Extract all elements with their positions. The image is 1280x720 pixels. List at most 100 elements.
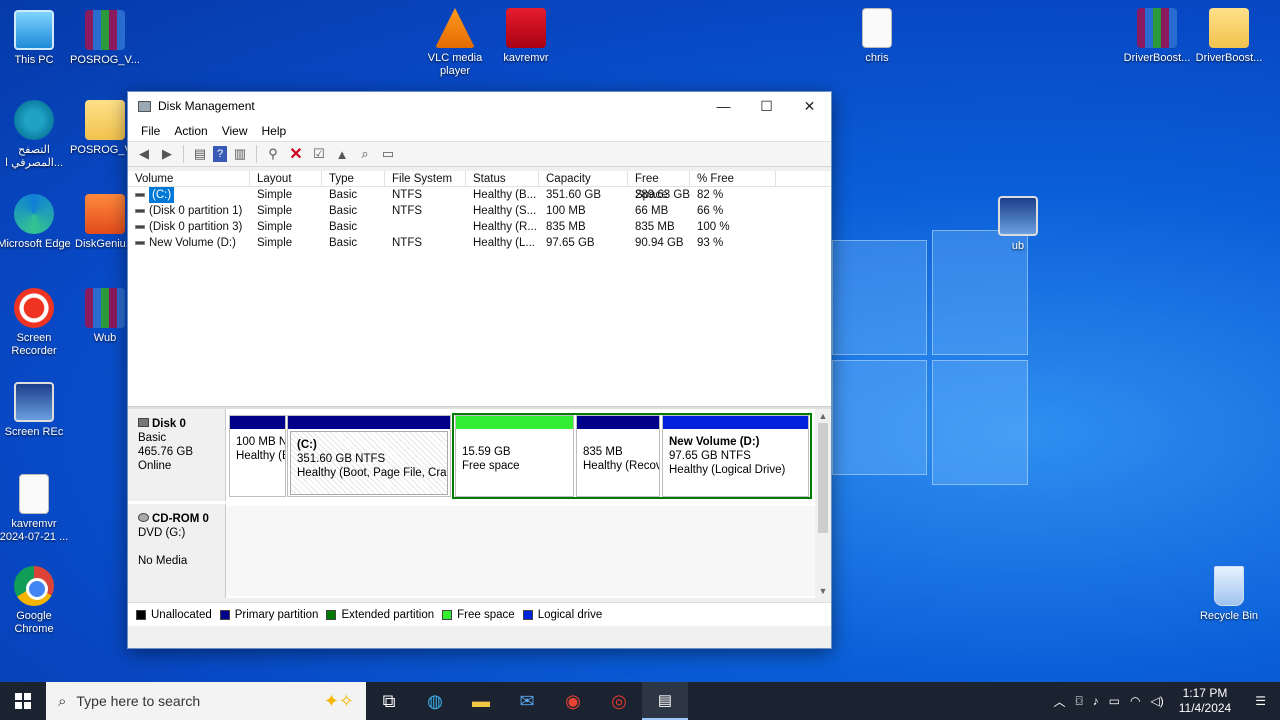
menu-action[interactable]: Action — [167, 124, 214, 138]
check-icon[interactable]: ☑ — [309, 144, 329, 164]
partition-d[interactable]: New Volume (D:) 97.65 GB NTFS Healthy (L… — [662, 415, 809, 497]
desktop-icon-chrome[interactable]: Google Chrome — [0, 566, 71, 636]
toolbar: ◀ ▶ ▤ ? ▥ ⚲ ✕ ☑ ▲ ⌕ ▭ — [128, 142, 831, 167]
menu-help[interactable]: Help — [255, 124, 294, 138]
column-header-file-system[interactable]: File System — [385, 171, 466, 186]
column-header-volume[interactable]: Volume — [128, 171, 250, 186]
file-explorer-icon[interactable]: ▬ — [458, 682, 504, 720]
cdrom-0-info[interactable]: CD-ROM 0 DVD (G:) No Media — [128, 504, 226, 598]
winrar-archive-icon — [1137, 8, 1177, 48]
desktop-icon-posrog-rar[interactable]: POSROG_V... — [68, 10, 142, 67]
forward-arrow-icon[interactable]: ▶ — [157, 144, 177, 164]
cdrom-state: No Media — [138, 555, 188, 567]
volume-icon[interactable]: ◁) — [1146, 694, 1169, 708]
windows-logo-icon — [15, 693, 31, 709]
volume-free-space: 66 MB — [635, 205, 669, 217]
desktop-icon-edge[interactable]: Microsoft Edge — [0, 194, 71, 251]
battery-icon[interactable]: ▭ — [1104, 694, 1125, 708]
computer-icon — [14, 10, 54, 50]
scroll-up-arrow-icon[interactable]: ▲ — [815, 409, 831, 423]
show-hide-console-tree-icon[interactable]: ▤ — [190, 144, 210, 164]
volume-row[interactable]: (Disk 0 partition 1) Simple Basic NTFS H… — [128, 203, 831, 219]
volume-percent-free: 93 % — [697, 237, 724, 249]
desktop-icon-driverbooster-folder[interactable]: DriverBoost... — [1192, 8, 1266, 65]
cd-drive-icon — [138, 513, 149, 522]
minimize-button[interactable]: — — [702, 92, 745, 120]
notifications-icon[interactable]: ☰ — [1241, 694, 1280, 708]
back-arrow-icon[interactable]: ◀ — [134, 144, 154, 164]
title-bar[interactable]: Disk Management — ☐ ✕ — [128, 92, 831, 120]
volume-list-header: Volume Layout Type File System Status Ca… — [128, 171, 831, 201]
text-file-icon — [862, 8, 892, 48]
volume-status: Healthy (R... — [473, 221, 537, 233]
graphical-view-scrollbar[interactable]: ▲ ▼ — [815, 409, 831, 598]
volume-row[interactable]: (Disk 0 partition 3) Simple Basic Health… — [128, 219, 831, 235]
desktop-icon-ub[interactable]: ub — [981, 196, 1055, 253]
desktop-icon-screen-rec[interactable]: Screen REc — [0, 382, 71, 439]
sparkle-icon: ✦✧ — [323, 690, 354, 711]
toolbar-separator — [183, 145, 184, 163]
help-icon[interactable]: ? — [213, 146, 227, 162]
start-button[interactable] — [0, 682, 46, 720]
browser-shortcut-icon — [14, 100, 54, 140]
clock[interactable]: 1:17 PM 11/4/2024 — [1169, 686, 1242, 716]
column-header-type[interactable]: Type — [322, 171, 385, 186]
partition-free-space[interactable]: 15.59 GB Free space — [455, 415, 574, 497]
legend-swatch — [219, 609, 230, 620]
close-button[interactable]: ✕ — [788, 92, 831, 120]
winrar-archive-icon — [85, 288, 125, 328]
desktop-icon-chris[interactable]: chris — [840, 8, 914, 65]
desktop-icon-screen-recorder[interactable]: Screen Recorder — [0, 288, 71, 358]
text-file-icon — [19, 474, 49, 514]
menu-file[interactable]: File — [134, 124, 167, 138]
desktop-icon-kavremvr-log[interactable]: kavremvr 2024-07-21 ... — [0, 474, 71, 544]
volume-type: Basic — [329, 237, 358, 249]
column-header-percent-free[interactable]: % Free — [690, 171, 776, 186]
volume-name: (Disk 0 partition 1) — [149, 205, 243, 217]
screen-recorder-taskbar-icon[interactable]: ◎ — [596, 682, 642, 720]
taskbar-search-box[interactable]: ⌕ Type here to search ✦✧ — [46, 682, 366, 720]
delete-icon[interactable]: ✕ — [286, 144, 306, 164]
desktop-icon-arabic-banking[interactable]: التصفح المصرفي ا... — [0, 100, 71, 170]
volume-row[interactable]: (C:) Simple Basic NTFS Healthy (B... 351… — [128, 187, 831, 203]
properties-list-icon[interactable]: ▭ — [378, 144, 398, 164]
video-file-icon — [998, 196, 1038, 236]
open-folder-icon[interactable]: ▲ — [332, 144, 352, 164]
desktop-icon-recycle-bin[interactable]: Recycle Bin — [1192, 566, 1266, 623]
partition-recovery[interactable]: 835 MB Healthy (Recovery Partition) — [576, 415, 660, 497]
connect-drive-icon[interactable]: ⚲ — [263, 144, 283, 164]
column-header-status[interactable]: Status — [466, 171, 539, 186]
desktop-icon-this-pc[interactable]: This PC — [0, 10, 71, 67]
search-folder-icon[interactable]: ⌕ — [355, 144, 375, 164]
maximize-button[interactable]: ☐ — [745, 92, 788, 120]
search-icon: ⌕ — [58, 692, 67, 710]
disk-0-info[interactable]: Disk 0 Basic 465.76 GB Online — [128, 409, 226, 501]
microphone-icon[interactable]: ♪ — [1088, 694, 1104, 708]
scroll-down-arrow-icon[interactable]: ▼ — [815, 584, 831, 598]
disk-management-taskbar-icon[interactable]: ▤ — [642, 682, 688, 720]
desktop-icon-driverbooster-rar[interactable]: DriverBoost... — [1120, 8, 1194, 65]
partition-c[interactable]: (C:) 351.60 GB NTFS Healthy (Boot, Page … — [287, 415, 451, 497]
menu-bar: File Action View Help — [128, 120, 831, 142]
column-header-capacity[interactable]: Capacity — [539, 171, 628, 186]
column-header-layout[interactable]: Layout — [250, 171, 322, 186]
chevron-up-icon[interactable]: ︿ — [1048, 693, 1070, 710]
column-header-free-space[interactable]: Free Space — [628, 171, 690, 201]
desktop-icon-kavremvr[interactable]: kavremvr — [489, 8, 563, 65]
chrome-taskbar-icon[interactable]: ◉ — [550, 682, 596, 720]
disk-state: Online — [138, 460, 172, 472]
camera-icon[interactable]: ⌼ — [1070, 694, 1087, 709]
cdrom-empty-area — [226, 506, 815, 596]
diskgenius-icon — [85, 194, 125, 234]
wifi-icon[interactable]: ◠ — [1125, 694, 1145, 708]
volume-row[interactable]: New Volume (D:) Simple Basic NTFS Health… — [128, 235, 831, 251]
menu-view[interactable]: View — [215, 124, 255, 138]
properties-icon[interactable]: ▥ — [230, 144, 250, 164]
desktop-icon-vlc[interactable]: VLC media player — [418, 8, 492, 78]
mail-icon[interactable]: ✉ — [504, 682, 550, 720]
partition-efi[interactable]: 100 MB NTFS Healthy (EFI System Partitio… — [229, 415, 286, 497]
scroll-thumb[interactable] — [818, 423, 828, 533]
edge-taskbar-icon[interactable]: ◍ — [412, 682, 458, 720]
task-view-icon[interactable]: ⧉ — [366, 682, 412, 720]
system-tray: ︿ ⌼ ♪ ▭ ◠ ◁) 1:17 PM 11/4/2024 ☰ — [1048, 682, 1280, 720]
